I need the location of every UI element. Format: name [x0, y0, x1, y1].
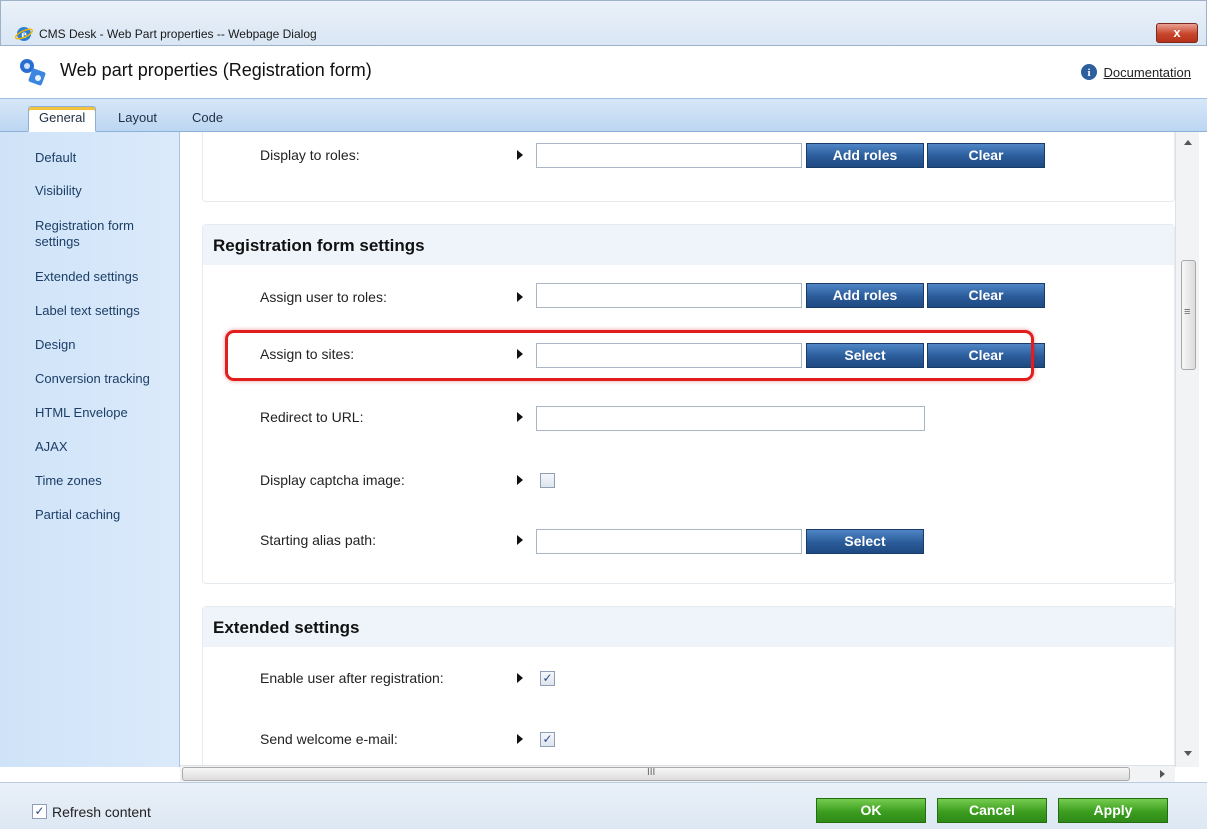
documentation-label: Documentation	[1103, 64, 1191, 80]
display-to-roles-clear-button[interactable]: Clear	[927, 143, 1045, 168]
sidebar-item-partial-caching[interactable]: Partial caching	[35, 507, 120, 523]
sidebar-item-html-envelope[interactable]: HTML Envelope	[35, 405, 128, 421]
documentation-link[interactable]: i Documentation	[1080, 63, 1191, 81]
web-part-icon	[20, 59, 46, 86]
display-captcha-label: Display captcha image:	[260, 472, 405, 488]
section-header: Extended settings	[203, 607, 1174, 647]
tab-layout[interactable]: Layout	[108, 107, 167, 131]
sidebar-item-label-text-settings[interactable]: Label text settings	[35, 303, 140, 319]
scroll-right-icon[interactable]	[1160, 770, 1165, 778]
display-to-roles-label: Display to roles:	[260, 147, 360, 163]
cancel-button[interactable]: Cancel	[937, 798, 1047, 823]
grip-icon: III	[647, 767, 656, 778]
sidebar-item-registration-form-settings[interactable]: Registration form settings	[35, 218, 165, 250]
assign-user-to-roles-clear-button[interactable]: Clear	[927, 283, 1045, 308]
redirect-to-url-label: Redirect to URL:	[260, 409, 364, 425]
visibility-panel: Display to roles: Add roles Clear	[202, 132, 1175, 202]
enable-user-label: Enable user after registration:	[260, 670, 444, 686]
expand-arrow-icon[interactable]	[517, 535, 523, 545]
starting-alias-path-label: Starting alias path:	[260, 532, 376, 548]
sidebar: Default Visibility Registration form set…	[0, 132, 180, 767]
send-welcome-label: Send welcome e-mail:	[260, 731, 398, 747]
redirect-to-url-input[interactable]	[536, 406, 925, 431]
info-icon: i	[1080, 64, 1097, 80]
ok-button[interactable]: OK	[816, 798, 926, 823]
vertical-scroll-thumb[interactable]: ≡	[1181, 260, 1196, 370]
expand-arrow-icon[interactable]	[517, 412, 523, 422]
sidebar-item-visibility[interactable]: Visibility	[35, 183, 82, 199]
tab-general[interactable]: General	[28, 106, 97, 132]
starting-alias-path-select-button[interactable]: Select	[806, 529, 924, 554]
scroll-up-icon[interactable]	[1184, 140, 1192, 145]
expand-arrow-icon[interactable]	[517, 150, 523, 160]
assign-user-to-roles-label: Assign user to roles:	[260, 289, 387, 305]
grip-icon: ≡	[1184, 306, 1191, 318]
highlight-box	[225, 330, 1034, 381]
enable-user-checkbox[interactable]: ✓	[540, 671, 555, 686]
display-captcha-checkbox[interactable]	[540, 473, 555, 488]
section-title: Registration form settings	[213, 236, 425, 255]
display-to-roles-input[interactable]	[536, 143, 802, 168]
scroll-down-icon[interactable]	[1184, 751, 1192, 756]
assign-user-to-roles-add-button[interactable]: Add roles	[806, 283, 924, 308]
registration-settings-panel: Registration form settings Assign user t…	[202, 224, 1175, 584]
sidebar-item-extended-settings[interactable]: Extended settings	[35, 269, 138, 285]
sidebar-item-ajax[interactable]: AJAX	[35, 439, 68, 455]
tab-bar: General Layout Code	[0, 98, 1207, 132]
internet-explorer-icon: e	[15, 27, 33, 41]
dialog-header: Web part properties (Registration form) …	[0, 46, 1207, 98]
tab-code[interactable]: Code	[182, 107, 233, 131]
dialog-footer: ✓ Refresh content OK Cancel Apply	[0, 782, 1207, 829]
assign-user-to-roles-input[interactable]	[536, 283, 802, 308]
refresh-content-checkbox[interactable]: ✓	[32, 804, 47, 819]
properties-content: Display to roles: Add roles Clear Regist…	[180, 132, 1175, 765]
sidebar-item-default[interactable]: Default	[35, 150, 76, 166]
window-title: CMS Desk - Web Part properties -- Webpag…	[39, 27, 317, 41]
expand-arrow-icon[interactable]	[517, 475, 523, 485]
horizontal-scrollbar[interactable]: III	[180, 765, 1175, 782]
expand-arrow-icon[interactable]	[517, 292, 523, 302]
expand-arrow-icon[interactable]	[517, 673, 523, 683]
starting-alias-path-input[interactable]	[536, 529, 802, 554]
display-to-roles-add-button[interactable]: Add roles	[806, 143, 924, 168]
section-title: Extended settings	[213, 618, 360, 637]
sidebar-item-conversion-tracking[interactable]: Conversion tracking	[35, 371, 150, 387]
send-welcome-checkbox[interactable]: ✓	[540, 732, 555, 747]
window-titlebar: e CMS Desk - Web Part properties -- Webp…	[0, 0, 1207, 46]
apply-button[interactable]: Apply	[1058, 798, 1168, 823]
svg-text:i: i	[1087, 67, 1090, 79]
sidebar-item-time-zones[interactable]: Time zones	[35, 473, 102, 489]
close-icon: x	[1173, 25, 1181, 40]
close-button[interactable]: x	[1156, 23, 1198, 43]
sidebar-item-design[interactable]: Design	[35, 337, 75, 353]
expand-arrow-icon[interactable]	[517, 734, 523, 744]
horizontal-scroll-thumb[interactable]: III	[182, 767, 1130, 781]
refresh-content-label: Refresh content	[52, 804, 151, 820]
vertical-scrollbar[interactable]: ≡	[1175, 132, 1199, 767]
page-title: Web part properties (Registration form)	[60, 60, 372, 80]
extended-settings-panel: Extended settings Enable user after regi…	[202, 606, 1175, 765]
section-header: Registration form settings	[203, 225, 1174, 265]
